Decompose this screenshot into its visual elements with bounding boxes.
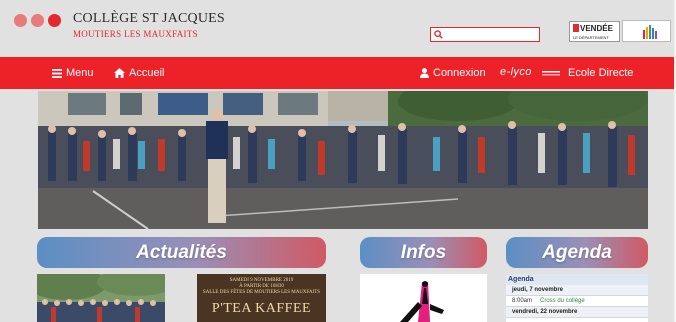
search-icon[interactable] bbox=[434, 30, 443, 39]
hero-photo bbox=[38, 91, 648, 229]
event-poster-text: À PARTIR DE 10H30 bbox=[239, 284, 284, 289]
login-link[interactable]: Connexion bbox=[420, 67, 486, 79]
event-poster-text: SALLE DES FÊTES DE MOUTIERS LES MAUXFAIT… bbox=[202, 290, 321, 295]
agenda-day: jeudi, 7 novembre bbox=[506, 285, 648, 296]
vendee-logo-text: VENDÉE bbox=[580, 24, 613, 33]
brand-subtitle: MOUTIERS LES MAUXFAITS bbox=[73, 29, 198, 39]
info-illustration bbox=[400, 281, 444, 322]
brand-dots bbox=[14, 14, 61, 27]
main-navbar: Menu Accueil Connexion e-lyco Ecole Dire… bbox=[0, 57, 676, 89]
agenda-day: vendredi, 22 novembre bbox=[506, 307, 648, 318]
event-poster-title: P'TEA KAFFEE bbox=[211, 301, 312, 316]
brand-dot bbox=[14, 14, 27, 27]
search-input[interactable] bbox=[430, 27, 540, 42]
menu-button[interactable]: Menu bbox=[52, 67, 94, 79]
agenda-widget-header: Agenda bbox=[506, 274, 648, 285]
news-thumbnail[interactable] bbox=[37, 274, 165, 322]
elyco-link[interactable]: e-lyco bbox=[500, 66, 532, 78]
agenda-section-title[interactable]: Agenda bbox=[506, 237, 648, 268]
info-section-title[interactable]: Infos bbox=[360, 237, 487, 268]
news-thumbnail[interactable]: SAMEDI 9 NOVEMBRE 2019 À PARTIR DE 10H30… bbox=[197, 274, 326, 322]
ecole-directe-icon[interactable] bbox=[542, 71, 560, 77]
brand-name: COLLÈGE ST JACQUES bbox=[73, 11, 225, 26]
vendee-logo[interactable]: VENDÉE LE DÉPARTEMENT bbox=[569, 21, 620, 42]
ecole-directe-label: Ecole Directe bbox=[568, 67, 634, 79]
site-header: COLLÈGE ST JACQUES MOUTIERS LES MAUXFAIT… bbox=[0, 0, 676, 56]
home-label: Accueil bbox=[129, 67, 165, 79]
hero-photo-image bbox=[38, 91, 648, 229]
news-thumbnail-image bbox=[37, 274, 165, 322]
home-link[interactable]: Accueil bbox=[114, 67, 164, 79]
event-poster-text: SAMEDI 9 NOVEMBRE 2019 bbox=[229, 278, 294, 283]
ecole-directe-link[interactable]: Ecole Directe bbox=[568, 67, 633, 79]
login-label: Connexion bbox=[433, 67, 486, 79]
menu-label: Menu bbox=[66, 67, 94, 79]
news-section-title[interactable]: Actualités bbox=[37, 237, 326, 268]
user-icon bbox=[420, 68, 429, 78]
home-icon bbox=[114, 68, 125, 78]
vendee-logo-subtext: LE DÉPARTEMENT bbox=[573, 35, 609, 40]
agenda-event-time: 8:00am bbox=[512, 298, 533, 304]
site-logo[interactable]: COLLÈGE ST JACQUES MOUTIERS LES MAUXFAIT… bbox=[73, 11, 225, 39]
region-logo-icon bbox=[643, 25, 657, 39]
agenda-event[interactable]: 8:00am Cross du collège bbox=[506, 296, 648, 307]
vendee-mark-icon bbox=[573, 24, 579, 32]
elyco-label: e-lyco bbox=[500, 66, 532, 78]
brand-dot bbox=[48, 14, 61, 27]
brand-dot bbox=[31, 14, 44, 27]
agenda-event-title: Cross du collège bbox=[540, 298, 585, 304]
agenda-widget: Agenda jeudi, 7 novembre 8:00am Cross du… bbox=[506, 274, 648, 322]
region-logo[interactable] bbox=[622, 20, 671, 42]
info-card[interactable] bbox=[360, 274, 487, 322]
hamburger-icon bbox=[52, 68, 62, 78]
